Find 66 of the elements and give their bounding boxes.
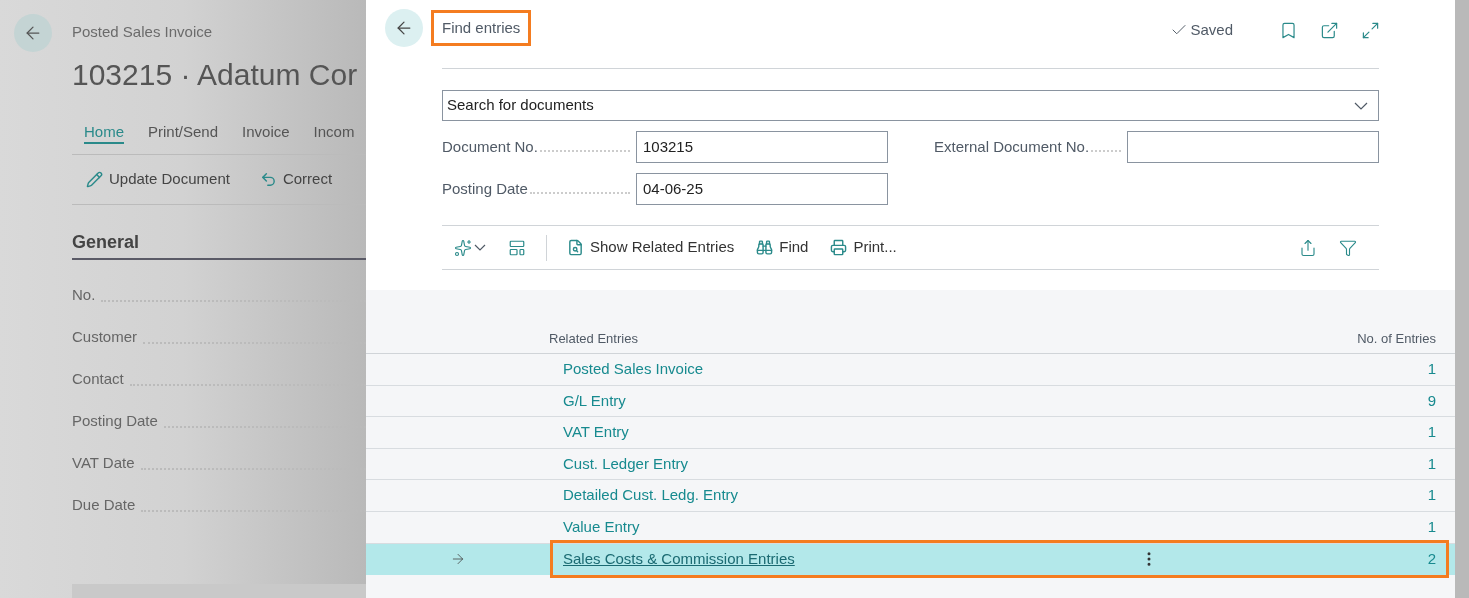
field-label: Posting Date [72, 411, 158, 431]
entry-count[interactable]: 1 [1427, 452, 1436, 476]
table-row[interactable]: Value Entry 1 [366, 511, 1455, 544]
layout-icon[interactable] [508, 238, 526, 257]
chevron-down-icon [1354, 101, 1368, 110]
entry-count[interactable]: 9 [1427, 389, 1436, 413]
text-field[interactable]: 103215 [636, 131, 888, 163]
entry-link[interactable]: G/L Entry [563, 389, 626, 413]
entry-count[interactable]: 1 [1427, 358, 1436, 381]
bookmark-icon[interactable] [1279, 20, 1298, 40]
share-icon[interactable] [1299, 238, 1317, 257]
filter-icon[interactable] [1339, 238, 1357, 257]
table-row[interactable]: Cust. Ledger Entry 1 [366, 448, 1455, 481]
back-button[interactable] [14, 14, 52, 52]
field-label: Due Date [72, 495, 136, 515]
sparkles-icon [454, 238, 472, 257]
entry-link[interactable]: Value Entry [563, 516, 640, 539]
copilot-menu-button[interactable] [454, 238, 486, 257]
entry-count[interactable]: 1 [1427, 484, 1436, 507]
text-field[interactable]: 04-06-25 [636, 173, 888, 205]
text-field[interactable] [1127, 131, 1379, 163]
save-status: Saved [1170, 18, 1233, 42]
expand-icon[interactable] [1361, 20, 1380, 40]
menu-tab[interactable]: Print/Send [148, 122, 219, 144]
field-label: Document No. [442, 136, 538, 157]
dialog-title: Find entries [431, 9, 532, 47]
entry-link[interactable]: VAT Entry [563, 421, 629, 444]
action-button[interactable]: Correct [259, 167, 333, 191]
table-row[interactable]: G/L Entry 9 [366, 385, 1455, 418]
table-row[interactable]: Posted Sales Invoice 1 [366, 354, 1455, 386]
toolbar-action-button[interactable]: Show Related Entries [567, 236, 735, 259]
column-header: Related Entries [549, 329, 638, 348]
field-label: External Document No. [934, 136, 1090, 157]
menu-tab[interactable]: Home [84, 122, 124, 144]
field-label: VAT Date [72, 453, 135, 473]
open-new-window-icon[interactable] [1320, 20, 1339, 40]
entry-link[interactable]: Detailed Cust. Ledg. Entry [563, 484, 739, 507]
document-search-icon [567, 239, 584, 256]
page-title: 103215 · Adatum Cor [72, 56, 359, 93]
entry-link[interactable]: Sales Costs & Commission Entries [563, 548, 795, 571]
field-label: No. [72, 285, 96, 305]
field-label: Customer [72, 327, 138, 347]
table-row[interactable]: Detailed Cust. Ledg. Entry 1 [366, 480, 1455, 512]
pencil-icon [86, 170, 103, 188]
toolbar-action-button[interactable]: Find [756, 236, 809, 259]
field-label: Posting Date [442, 178, 528, 199]
toolbar-action-button[interactable]: Print... [830, 236, 897, 259]
action-button[interactable]: Update Document [86, 167, 230, 191]
menu-tab[interactable]: Incom [313, 122, 355, 144]
entry-link[interactable]: Cust. Ledger Entry [563, 452, 689, 476]
binoculars-icon [756, 239, 774, 256]
search-type-dropdown[interactable]: Search for documents [442, 90, 1379, 121]
table-row[interactable]: VAT Entry 1 [366, 417, 1455, 449]
table-row[interactable]: Sales Costs & Commission Entries 2 [366, 543, 1455, 576]
entry-link[interactable]: Posted Sales Invoice [563, 358, 704, 381]
entry-count[interactable]: 2 [1427, 548, 1436, 571]
field-label: Contact [72, 369, 124, 389]
entry-count[interactable]: 1 [1427, 516, 1436, 539]
breadcrumb: Posted Sales Invoice [72, 22, 214, 42]
caret-icon [474, 244, 486, 251]
menu-tab[interactable]: Invoice [242, 122, 290, 144]
printer-icon [830, 239, 848, 256]
undo-icon [259, 170, 277, 188]
entry-count[interactable]: 1 [1427, 421, 1436, 444]
back-button[interactable] [385, 9, 423, 47]
column-header: No. of Entries [1357, 329, 1436, 348]
